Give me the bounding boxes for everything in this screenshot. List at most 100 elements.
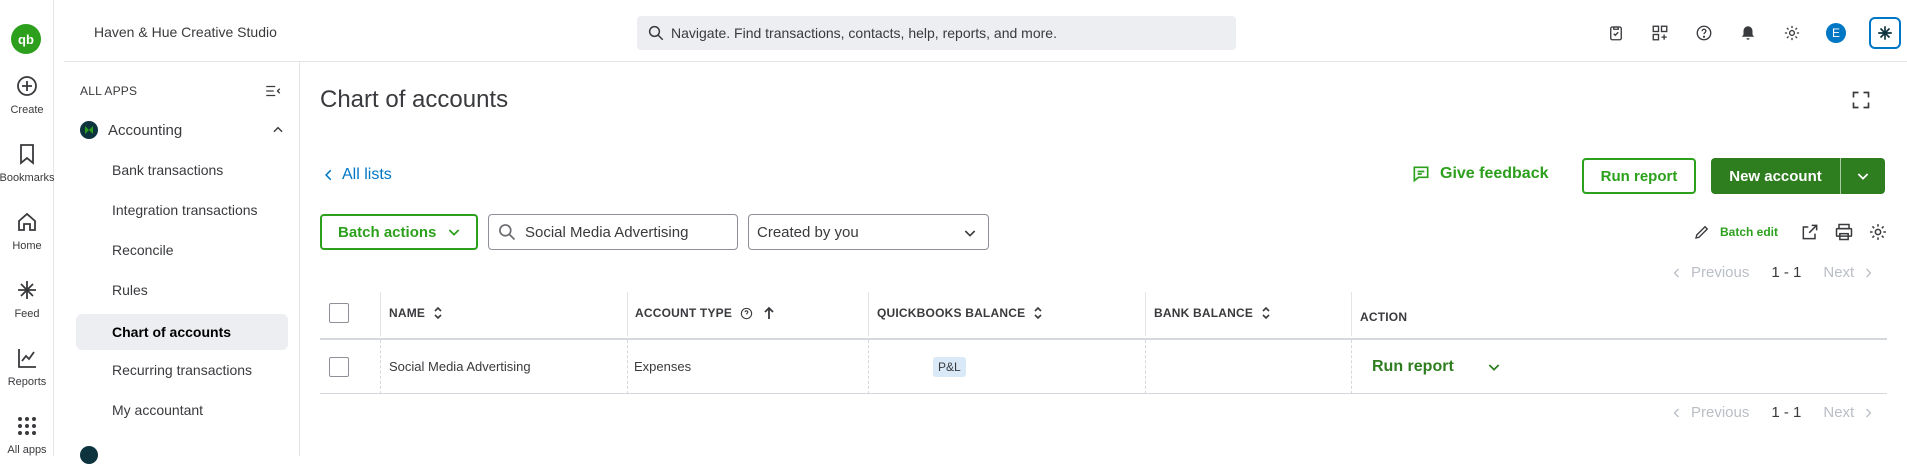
column-header-action: ACTION bbox=[1360, 292, 1407, 342]
account-search-value: Social Media Advertising bbox=[525, 223, 689, 241]
column-divider bbox=[1351, 292, 1352, 336]
gear-icon[interactable] bbox=[1868, 222, 1888, 242]
next-section-app-icon[interactable] bbox=[80, 446, 98, 464]
sidebar-item-reconcile[interactable]: Reconcile bbox=[76, 232, 288, 268]
pencil-icon bbox=[1695, 225, 1709, 239]
company-name[interactable]: Haven & Hue Creative Studio bbox=[94, 24, 277, 40]
row-name[interactable]: Social Media Advertising bbox=[389, 340, 531, 393]
select-all-checkbox[interactable] bbox=[329, 303, 349, 323]
info-icon[interactable] bbox=[740, 307, 753, 320]
logo-text: qb bbox=[18, 31, 34, 47]
run-report-button[interactable]: Run report bbox=[1582, 158, 1696, 194]
sort-icon bbox=[434, 306, 442, 320]
rail-all-apps-label: All apps bbox=[7, 444, 47, 456]
line-chart-icon bbox=[18, 349, 36, 368]
give-feedback-label: Give feedback bbox=[1440, 165, 1549, 182]
global-search[interactable]: Navigate. Find transactions, contacts, h… bbox=[637, 16, 1236, 50]
user-initial: E bbox=[1826, 23, 1846, 43]
table-row: Social Media Advertising Expenses P&L Ru… bbox=[320, 340, 1887, 394]
sidebar-item-bank-transactions[interactable]: Bank transactions bbox=[76, 152, 288, 188]
top-icons: E bbox=[1583, 16, 1907, 50]
apps-button[interactable] bbox=[1649, 22, 1671, 44]
chevron-right-icon bbox=[1866, 408, 1872, 417]
grid-icon bbox=[18, 417, 36, 435]
column-divider bbox=[1145, 292, 1146, 336]
sparkle-icon bbox=[18, 281, 36, 299]
rail-home[interactable]: Home bbox=[0, 210, 54, 252]
sidebar-item-chart-of-accounts[interactable]: Chart of accounts bbox=[76, 314, 288, 350]
column-header-quickbooks-balance[interactable]: QUICKBOOKS BALANCE bbox=[877, 288, 1043, 338]
pager-next[interactable]: Next bbox=[1823, 264, 1854, 281]
column-name-label: NAME bbox=[389, 306, 426, 320]
gear-icon bbox=[1784, 25, 1800, 41]
row-divider bbox=[868, 340, 869, 394]
feedback-icon bbox=[1413, 166, 1429, 183]
row-checkbox[interactable] bbox=[329, 356, 349, 377]
pager-next[interactable]: Next bbox=[1823, 404, 1854, 421]
new-account-button[interactable]: New account bbox=[1711, 168, 1840, 185]
fullscreen-icon[interactable] bbox=[1851, 90, 1871, 110]
chevron-down-icon[interactable] bbox=[1486, 359, 1502, 375]
pager-previous[interactable]: Previous bbox=[1691, 264, 1749, 281]
table-header: NAME ACCOUNT TYPE QUICKBOOKS BALANCE BAN… bbox=[320, 288, 1887, 340]
rail-reports-label: Reports bbox=[7, 376, 47, 388]
home-icon bbox=[18, 212, 36, 231]
plus-circle-icon bbox=[17, 76, 37, 96]
column-divider bbox=[380, 292, 381, 336]
column-action-label: ACTION bbox=[1360, 310, 1408, 324]
pager-previous[interactable]: Previous bbox=[1691, 404, 1749, 421]
rail-reports[interactable]: Reports bbox=[0, 346, 54, 388]
all-lists-link[interactable]: All lists bbox=[322, 166, 392, 184]
notifications-button[interactable] bbox=[1737, 22, 1759, 44]
column-header-name[interactable]: NAME bbox=[389, 288, 443, 338]
row-run-report-action: Run report bbox=[1372, 340, 1502, 393]
rail-feed[interactable]: Feed bbox=[0, 278, 54, 320]
bell-icon bbox=[1742, 26, 1754, 40]
user-avatar[interactable]: E bbox=[1825, 22, 1847, 44]
created-by-value: Created by you bbox=[757, 223, 859, 241]
sort-icon bbox=[1034, 306, 1042, 320]
tasks-button[interactable] bbox=[1605, 22, 1627, 44]
row-divider bbox=[1351, 340, 1352, 394]
column-divider bbox=[627, 292, 628, 336]
search-icon bbox=[499, 224, 516, 241]
rail-create[interactable]: Create bbox=[0, 74, 54, 116]
accounting-app-icon bbox=[80, 121, 98, 139]
chevron-down-icon bbox=[449, 229, 460, 236]
print-icon[interactable] bbox=[1834, 222, 1854, 242]
sidebar-item-rules[interactable]: Rules bbox=[76, 272, 288, 308]
sidebar-item-recurring-transactions[interactable]: Recurring transactions bbox=[76, 352, 288, 388]
sidebar-item-my-accountant[interactable]: My accountant bbox=[76, 392, 288, 428]
new-account-dropdown[interactable] bbox=[1841, 168, 1885, 184]
row-run-report-button[interactable]: Run report bbox=[1372, 358, 1454, 376]
accounting-section-toggle[interactable]: Accounting bbox=[80, 118, 285, 142]
give-feedback-button[interactable]: Give feedback bbox=[1411, 164, 1549, 184]
page-title: Chart of accounts bbox=[320, 86, 509, 113]
batch-actions-button[interactable]: Batch actions bbox=[320, 214, 478, 250]
quickbooks-logo[interactable]: qb bbox=[11, 24, 41, 54]
batch-edit-button[interactable]: Batch edit bbox=[1693, 223, 1778, 241]
left-rail: qb Create Bookmarks Home Feed Reports Al… bbox=[0, 0, 55, 456]
created-by-select[interactable]: Created by you bbox=[748, 214, 989, 250]
collapse-sidebar-icon[interactable] bbox=[264, 82, 282, 100]
chevron-down-icon bbox=[964, 230, 976, 237]
account-search-input[interactable]: Social Media Advertising bbox=[488, 214, 738, 250]
rail-all-apps[interactable]: All apps bbox=[0, 414, 54, 456]
chevron-down-icon bbox=[1857, 173, 1869, 180]
all-lists-label: All lists bbox=[342, 166, 392, 183]
batch-edit-label: Batch edit bbox=[1720, 225, 1779, 239]
settings-button[interactable] bbox=[1781, 22, 1803, 44]
arrow-up-icon bbox=[764, 306, 774, 319]
help-icon bbox=[1696, 25, 1712, 41]
column-header-bank-balance[interactable]: BANK BALANCE bbox=[1154, 288, 1271, 338]
help-button[interactable] bbox=[1693, 22, 1715, 44]
rail-bookmarks[interactable]: Bookmarks bbox=[0, 142, 55, 184]
export-icon[interactable] bbox=[1800, 222, 1820, 242]
rail-create-label: Create bbox=[10, 104, 44, 116]
assistant-button[interactable] bbox=[1869, 17, 1901, 49]
clipboard-icon bbox=[1610, 26, 1622, 41]
sidebar-item-integration-transactions[interactable]: Integration transactions bbox=[76, 192, 288, 228]
column-header-account-type[interactable]: ACCOUNT TYPE bbox=[635, 288, 775, 338]
accounting-mark-icon bbox=[85, 126, 93, 134]
table-tools: Batch edit bbox=[1693, 222, 1894, 242]
